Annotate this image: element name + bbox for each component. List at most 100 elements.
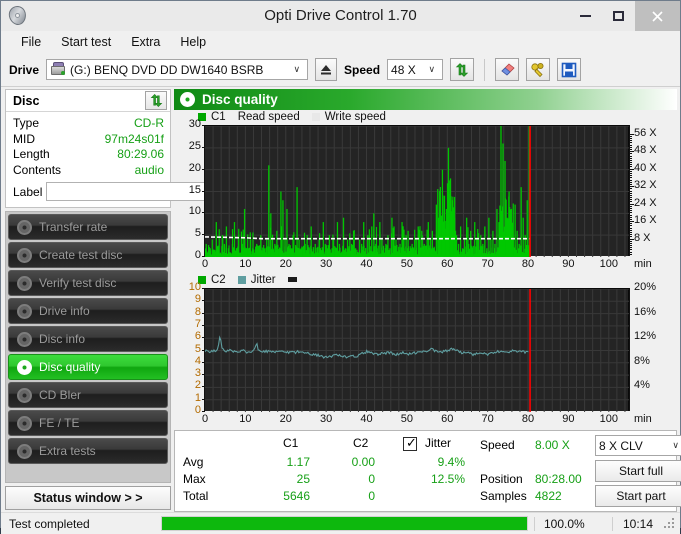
stats-total-c1: 5646	[283, 489, 310, 503]
minimize-button[interactable]	[569, 1, 602, 31]
disc-info-rows: Type CD-R MID 97m24s01f Length 80:29.06 …	[6, 112, 252, 207]
y-tick-label: 3	[194, 367, 201, 380]
stats-samples-key: Samples	[480, 489, 527, 503]
y-tick-label: 2	[194, 379, 201, 392]
speed-select[interactable]: 48 X ∨	[387, 59, 444, 80]
save-button[interactable]	[557, 58, 582, 81]
stats-speed-key: Speed	[480, 438, 515, 452]
menu-item-file[interactable]: File	[11, 33, 51, 51]
sidebar-item-cd-bler[interactable]: CD Bler	[8, 382, 168, 408]
y2-tick-label: 4%	[634, 379, 650, 392]
c1-plot-area[interactable]: 0 5 10 15 20 25 30 8 X 16 X 24 X 32 X 40 X 48 X 56 X0…	[174, 118, 677, 271]
sidebar-item-transfer-rate[interactable]: Transfer rate	[8, 214, 168, 240]
menu-bar: File Start test Extra Help	[1, 31, 680, 53]
c2-plot-area[interactable]: 0 1 2 3 4 5 6 7 8 9 10 4% 8% 12% 16% 20% 0 10 20 30 40 50 60 70…	[174, 281, 677, 426]
y-tick-label: 10	[188, 205, 201, 218]
sidebar-item-extra-tests[interactable]: Extra tests	[8, 438, 168, 464]
drive-label: Drive	[9, 62, 40, 77]
sidebar-item-disc-info[interactable]: Disc info	[8, 326, 168, 352]
x-tick-label: 100	[599, 413, 618, 425]
sidebar-item-verify-test-disc[interactable]: Verify test disc	[8, 270, 168, 296]
stats-col-c1: C1	[283, 436, 299, 450]
eject-button[interactable]	[315, 58, 338, 81]
menu-item-help[interactable]: Help	[170, 33, 216, 51]
sidebar-item-create-test-disc[interactable]: Create test disc	[8, 242, 168, 268]
legend-swatch-jitter	[237, 275, 246, 284]
sidebar-item-disc-quality[interactable]: Disc quality	[8, 354, 168, 380]
y2-minor-tick	[630, 218, 632, 220]
resize-grip[interactable]	[663, 517, 677, 531]
sidebar-item-label: FE / TE	[39, 416, 80, 430]
sidebar-item-label: Verify test disc	[39, 276, 117, 290]
y-tick-label: 5	[194, 342, 201, 355]
disc-icon	[17, 443, 32, 459]
stats-row-max-key: Max	[183, 472, 206, 486]
y2-minor-tick	[630, 203, 634, 205]
sidebar-item-drive-info[interactable]: Drive info	[8, 298, 168, 324]
y-axis-line	[204, 288, 205, 411]
sidebar-item-fe-te[interactable]: FE / TE	[8, 410, 168, 436]
disc-row-key: MID	[13, 131, 35, 146]
x-tick-label: 0	[201, 413, 209, 425]
y2-minor-tick	[630, 146, 632, 148]
drive-select[interactable]: (G:) BENQ DVD DD DW1640 BSRB ∨	[46, 59, 309, 80]
right-panel: Disc quality C1 Read speed Write speed 0…	[173, 87, 681, 512]
y2-minor-tick	[630, 227, 632, 229]
y-tick-label: 20	[188, 161, 201, 174]
y2-minor-tick	[630, 186, 634, 188]
status-bar: Test completed 100.0% 10:14	[1, 512, 680, 534]
y2-minor-tick	[630, 221, 634, 223]
menu-item-extra[interactable]: Extra	[121, 33, 170, 51]
y-tick-label: 5	[194, 227, 201, 240]
y2-minor-tick	[630, 242, 632, 244]
x-tick-label: 10	[239, 413, 252, 425]
panel-title: Disc quality	[202, 92, 278, 107]
refresh-button[interactable]	[450, 58, 475, 81]
y2-minor-tick	[630, 157, 632, 159]
y2-minor-tick	[630, 240, 632, 242]
disc-icon	[17, 359, 32, 375]
jitter-checkbox[interactable]: ✓	[403, 436, 417, 451]
stats-max-jitter: 12.5%	[430, 472, 465, 486]
erase-button[interactable]	[495, 58, 520, 81]
disc-info-header: Disc	[6, 90, 170, 112]
status-window-button[interactable]: Status window > >	[5, 486, 171, 510]
y2-minor-tick	[630, 210, 632, 212]
menu-item-start-test[interactable]: Start test	[51, 33, 121, 51]
y2-minor-tick	[630, 192, 632, 194]
start-part-button[interactable]: Start part	[595, 485, 681, 507]
y-tick-label: 1	[194, 391, 201, 404]
x-tick-label: 0	[201, 258, 209, 270]
disc-row-length: Length 80:29.06	[13, 147, 164, 163]
y-tick	[202, 256, 205, 257]
x-tick-label: 60	[441, 258, 454, 270]
c1-area-series	[205, 126, 629, 257]
start-full-button[interactable]: Start full	[595, 460, 681, 482]
c1-area-plot	[205, 125, 629, 257]
y2-tick-label: 16 X	[634, 214, 657, 227]
disc-refresh-button[interactable]	[145, 91, 167, 110]
y2-minor-tick	[630, 201, 632, 203]
y2-minor-tick	[630, 170, 632, 172]
y2-minor-tick	[630, 197, 632, 199]
keys-icon	[531, 62, 544, 77]
y-axis-line	[204, 125, 205, 256]
legend-swatch-extra	[287, 277, 297, 282]
legend-swatch-write-speed	[311, 112, 320, 121]
clv-select[interactable]: 8 X CLV ∨	[595, 435, 681, 456]
maximize-button[interactable]	[602, 1, 635, 31]
y2-minor-tick	[630, 212, 632, 214]
close-button[interactable]	[635, 1, 680, 31]
disc-row-key: Contents	[13, 162, 62, 177]
disc-row-type: Type CD-R	[13, 116, 164, 132]
keys-button[interactable]	[526, 58, 551, 81]
nav-list: Transfer rate Create test disc Verify te…	[5, 211, 171, 483]
disc-icon	[17, 387, 32, 403]
y2-tick-label: 16%	[634, 305, 657, 318]
y2-minor-tick	[630, 151, 634, 153]
legend-label-jitter: Jitter	[250, 273, 276, 286]
y-tick	[202, 411, 205, 412]
y-tick-label: 30	[188, 118, 201, 130]
status-text: Test completed	[9, 516, 90, 531]
c2-chart: C2 Jitter 0 1 2 3 4 5 6 7 8 9 10 4% 8% 12% 16% 20% 0 10 20…	[174, 273, 677, 426]
